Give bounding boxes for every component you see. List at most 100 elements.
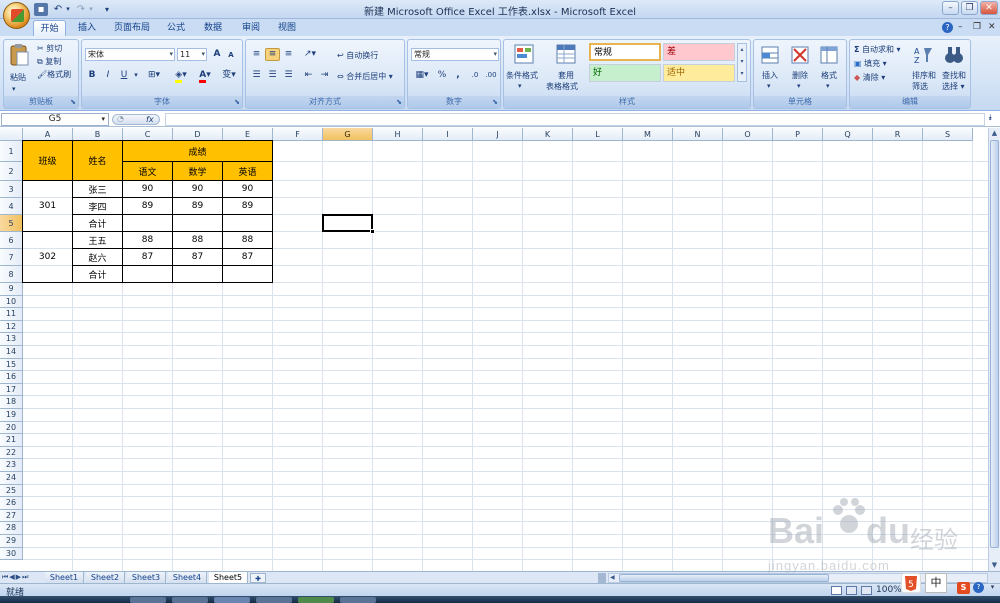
column-header[interactable]: C [123,128,173,141]
decrease-decimal-icon[interactable]: .00 [484,69,498,82]
workbook-close-icon[interactable]: ✕ [988,22,996,32]
dialog-launcher-icon[interactable]: ⬊ [234,96,240,108]
tab-view[interactable]: 视图 [272,20,302,36]
insert-sheet-icon[interactable]: ✚ [250,573,266,583]
page-break-view-icon[interactable] [861,586,872,595]
format-cells-button[interactable]: 格式 [821,70,837,81]
student-name-cell[interactable]: 合计 [73,215,123,232]
format-as-table-label[interactable]: 套用 [558,70,574,81]
taskbar-item[interactable] [130,597,166,603]
column-header[interactable]: H [373,128,423,141]
score-cell[interactable]: 90 [223,181,273,198]
style-bad[interactable]: 差 [663,43,735,61]
column-header[interactable]: F [273,128,323,141]
align-middle-icon[interactable]: ≡ [265,48,280,61]
row-header[interactable]: 11 [0,308,23,321]
paste-dropdown-icon[interactable]: ▾ [12,84,16,95]
tab-page-layout[interactable]: 页面布局 [108,20,156,36]
wrap-text-button[interactable]: ↩ 自动换行 [337,50,378,61]
score-cell[interactable] [223,266,273,283]
increase-decimal-icon[interactable]: .0 [468,69,482,82]
score-cell[interactable] [223,215,273,232]
decrease-indent-icon[interactable]: ⇤ [301,69,316,82]
active-cell-selection[interactable] [322,214,373,232]
score-cell[interactable]: 88 [223,232,273,249]
select-all-corner[interactable] [0,128,23,141]
style-good[interactable]: 好 [589,64,661,82]
taskbar-item[interactable] [298,597,334,603]
column-header[interactable]: L [573,128,623,141]
font-color-button[interactable]: A▾ [194,69,216,83]
font-name-combo[interactable]: 宋体 ▾ [85,48,175,61]
zoom-level[interactable]: 100% [876,585,902,595]
find-select-label-2[interactable]: 选择 ▾ [942,81,965,92]
dialog-launcher-icon[interactable]: ⬊ [492,96,498,108]
column-header[interactable]: O [723,128,773,141]
close-icon[interactable]: ✕ [980,1,998,15]
style-normal[interactable]: 常规 [589,43,661,61]
underline-dropdown-icon[interactable]: ▾ [132,69,140,82]
cut-button[interactable]: ✂ 剪切 [37,43,62,54]
insert-cells-button[interactable]: 插入 [762,70,778,81]
browser-html5-icon[interactable]: 5 [901,573,921,593]
tab-split-handle[interactable] [598,573,606,583]
column-header[interactable]: K [523,128,573,141]
row-header[interactable]: 30 [0,547,23,561]
class-header-cell[interactable]: 班级 [23,141,73,181]
subject-header-cell[interactable]: 语文 [123,162,173,181]
row-header[interactable]: 27 [0,509,23,523]
student-name-cell[interactable]: 王五 [73,232,123,249]
row-header[interactable]: 25 [0,484,23,498]
score-cell[interactable]: 87 [223,249,273,266]
scroll-down-icon[interactable]: ▼ [989,560,1000,571]
row-header[interactable]: 22 [0,446,23,460]
clear-button[interactable]: ◆ 清除 ▾ [854,72,885,83]
column-header[interactable]: G [323,128,373,141]
formula-input[interactable] [165,113,985,126]
column-header[interactable]: P [773,128,823,141]
column-header[interactable]: I [423,128,473,141]
paste-button[interactable] [8,43,32,71]
row-header[interactable]: 14 [0,346,23,359]
scroll-up-icon[interactable]: ▲ [989,128,1000,139]
tray-menu-icon[interactable]: ▾ [987,582,998,593]
row-header[interactable]: 24 [0,472,23,485]
row-header[interactable]: 20 [0,421,23,435]
office-button[interactable] [3,2,30,29]
comma-button[interactable]: , [451,69,465,82]
taskbar-item[interactable] [214,597,250,603]
column-header[interactable]: R [873,128,923,141]
student-name-cell[interactable]: 李四 [73,198,123,215]
row-header[interactable]: 29 [0,535,23,548]
column-header[interactable]: Q [823,128,873,141]
format-painter-button[interactable]: 🖌格式刷 [37,69,71,80]
taskbar-item[interactable] [340,597,376,603]
tray-help-icon[interactable]: ? [973,582,984,593]
student-name-cell[interactable]: 张三 [73,181,123,198]
ribbon-minimize-icon[interactable]: – [958,22,963,32]
score-header-cell[interactable]: 成绩 [123,141,273,162]
column-header[interactable]: J [473,128,523,141]
sort-filter-button[interactable]: 排序和 [912,70,936,81]
vertical-scrollbar[interactable]: ▲ ▼ [988,128,1000,571]
score-cell[interactable]: 89 [123,198,173,215]
student-name-cell[interactable]: 赵六 [73,249,123,266]
shrink-font-button[interactable]: A [225,49,237,62]
restore-icon[interactable]: ❐ [961,1,978,15]
taskbar-item[interactable] [256,597,292,603]
row-header[interactable]: 21 [0,434,23,447]
hscroll-thumb[interactable] [619,574,829,582]
expand-formula-bar-icon[interactable]: ⯯ [988,113,993,123]
normal-view-icon[interactable] [831,586,842,595]
percent-button[interactable]: % [435,69,449,82]
italic-button[interactable]: I [101,69,115,82]
row-header[interactable]: 17 [0,383,23,397]
bold-button[interactable]: B [85,69,99,82]
name-box[interactable]: G5 ▾ [1,113,109,126]
row-header[interactable]: 9 [0,283,23,296]
score-cell[interactable]: 87 [123,249,173,266]
column-header[interactable]: S [923,128,973,141]
orientation-icon[interactable]: ↗▾ [299,48,321,61]
column-header[interactable]: A [23,128,73,141]
row-header[interactable]: 3 [0,181,23,198]
